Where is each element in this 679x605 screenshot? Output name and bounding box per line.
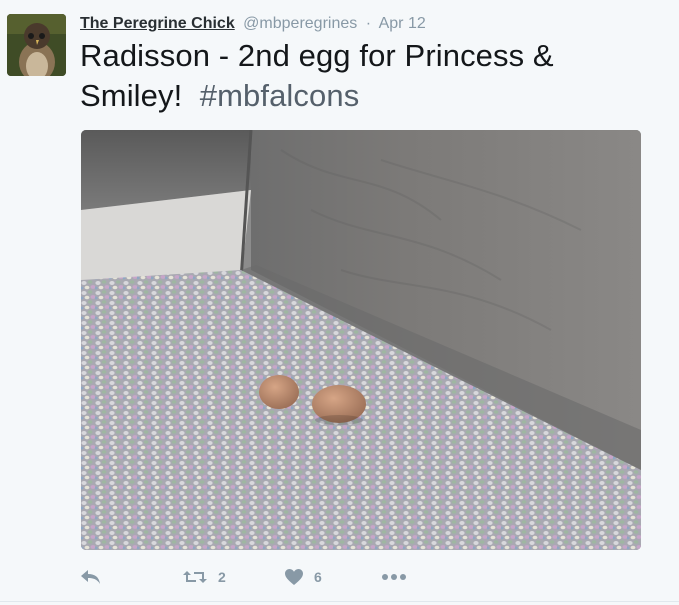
more-button[interactable] <box>381 562 407 592</box>
tweet-text: Radisson - 2nd egg for Princess & Smiley… <box>80 36 660 116</box>
reply-icon <box>81 570 100 584</box>
author-name[interactable]: The Peregrine Chick <box>80 15 235 32</box>
avatar[interactable] <box>7 14 66 76</box>
tweet-photo[interactable] <box>81 130 641 550</box>
author-handle[interactable]: @mbperegrines <box>243 15 357 32</box>
like-button[interactable]: 6 <box>284 562 322 592</box>
divider <box>0 601 679 602</box>
falcon-avatar-image <box>7 14 66 76</box>
tweet: The Peregrine Chick @mbperegrines · Apr … <box>0 0 679 605</box>
retweet-icon <box>183 571 207 583</box>
retweet-count: 2 <box>218 569 226 585</box>
header-separator: · <box>365 15 372 32</box>
tweet-header: The Peregrine Chick @mbperegrines · Apr … <box>80 14 426 34</box>
more-icon <box>382 574 406 580</box>
heart-icon <box>285 569 303 585</box>
tweet-actions: 2 6 <box>80 562 640 592</box>
timestamp[interactable]: Apr 12 <box>379 15 426 32</box>
retweet-button[interactable]: 2 <box>182 562 226 592</box>
reply-button[interactable] <box>80 562 102 592</box>
like-count: 6 <box>314 569 322 585</box>
hashtag-link[interactable]: #mbfalcons <box>200 78 360 113</box>
nest-box-photo <box>81 130 641 550</box>
egg-1 <box>259 375 299 409</box>
